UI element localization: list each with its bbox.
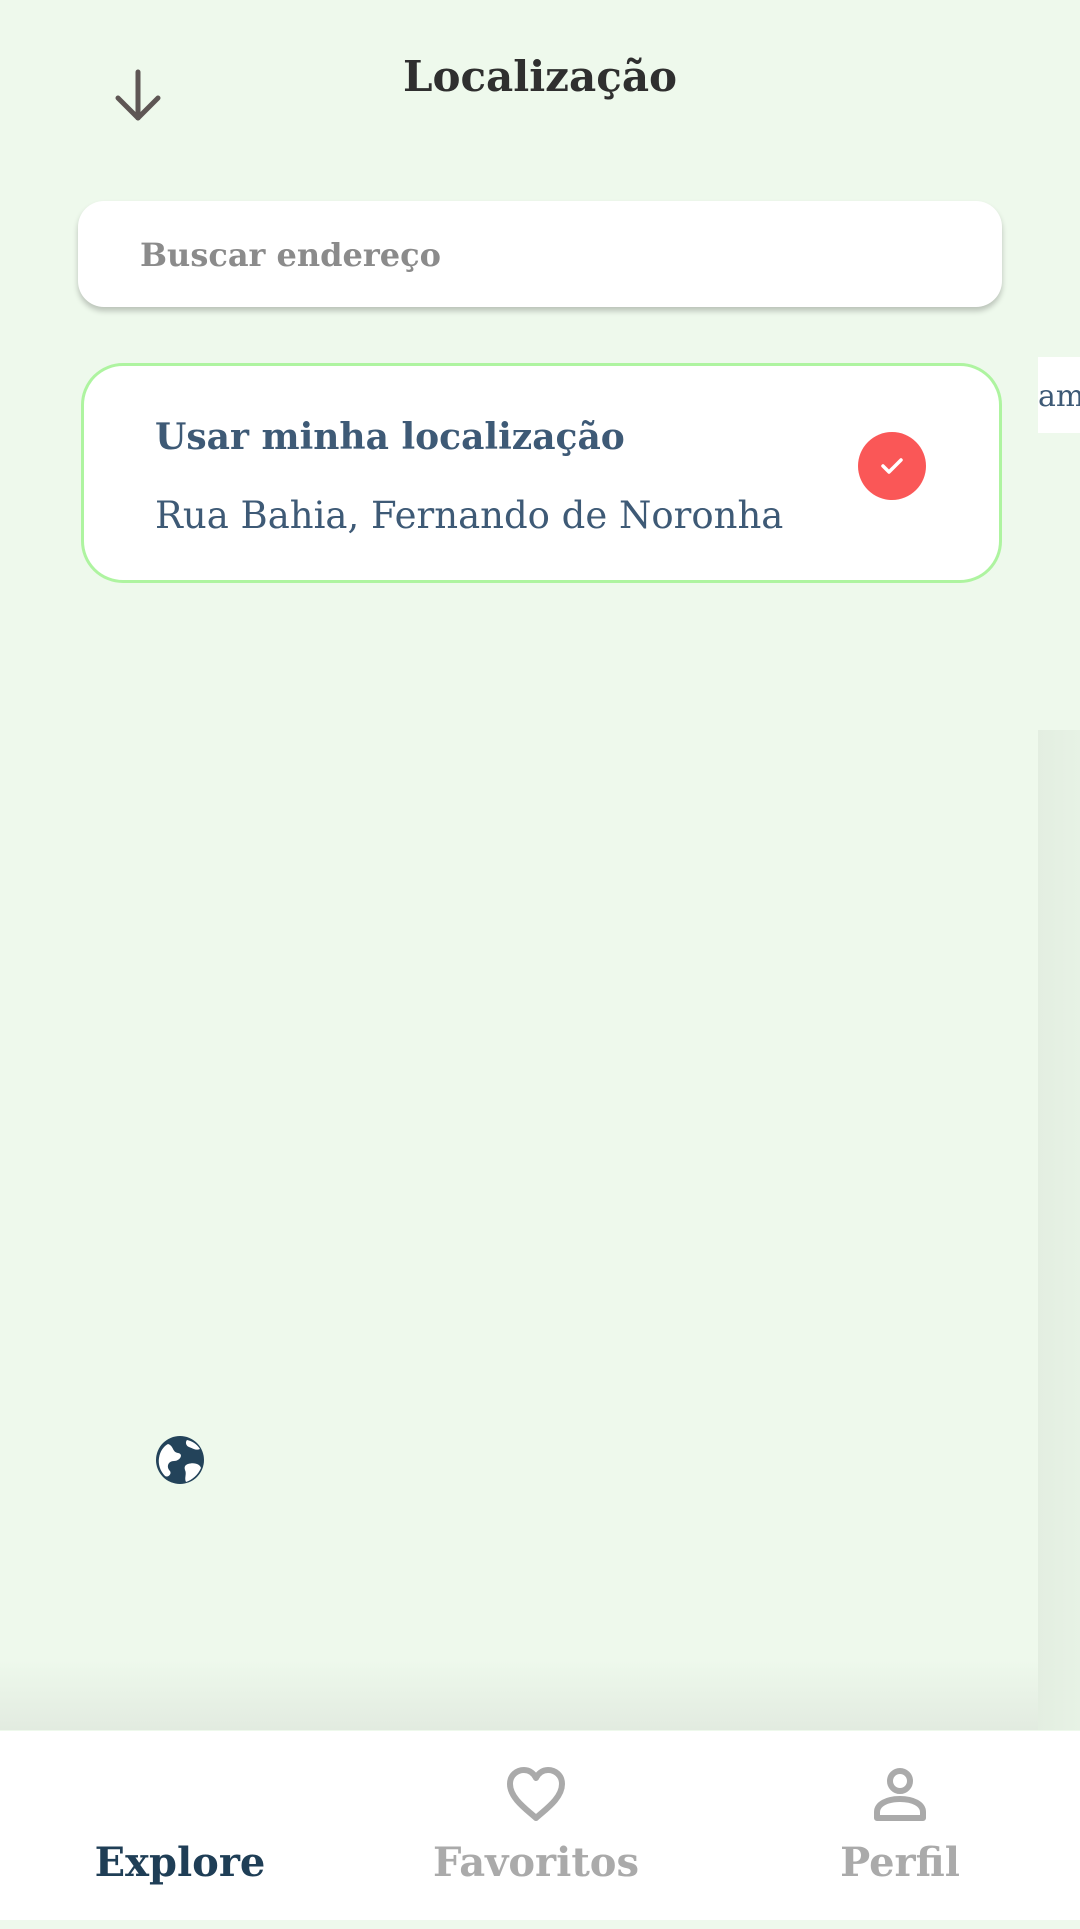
location-card-title: Usar minha localização xyxy=(155,416,625,458)
nav-label-favoritos: Favoritos xyxy=(433,1839,639,1886)
bottom-navigation: Explore Favoritos Perfil xyxy=(0,1731,1080,1920)
app-screen: am Localização Usar minha localização Ru… xyxy=(0,0,1080,1929)
nav-label-perfil: Perfil xyxy=(840,1839,960,1886)
back-button[interactable] xyxy=(108,66,168,126)
bottom-shadow xyxy=(0,1660,1038,1730)
arrow-down-icon xyxy=(115,69,161,121)
search-box[interactable] xyxy=(78,201,1002,309)
heart-icon xyxy=(507,1767,565,1821)
person-icon xyxy=(874,1768,926,1821)
globe-icon[interactable] xyxy=(154,1434,206,1486)
nav-item-favoritos[interactable]: Favoritos xyxy=(416,1731,656,1920)
selected-check-icon xyxy=(858,432,926,500)
nav-item-perfil[interactable]: Perfil xyxy=(780,1731,1020,1920)
search-input[interactable] xyxy=(138,201,962,309)
nav-label-explore: Explore xyxy=(94,1839,266,1886)
use-my-location-card[interactable]: Usar minha localização Rua Bahia, Fernan… xyxy=(81,363,1002,583)
side-panel-edge xyxy=(1038,730,1080,1730)
page-title: Localização xyxy=(402,52,678,101)
peek-card-text: am xyxy=(1038,379,1080,414)
peek-card[interactable]: am xyxy=(1038,357,1080,433)
nav-item-explore[interactable]: Explore xyxy=(60,1731,300,1920)
location-card-address: Rua Bahia, Fernando de Noronha xyxy=(155,494,784,537)
